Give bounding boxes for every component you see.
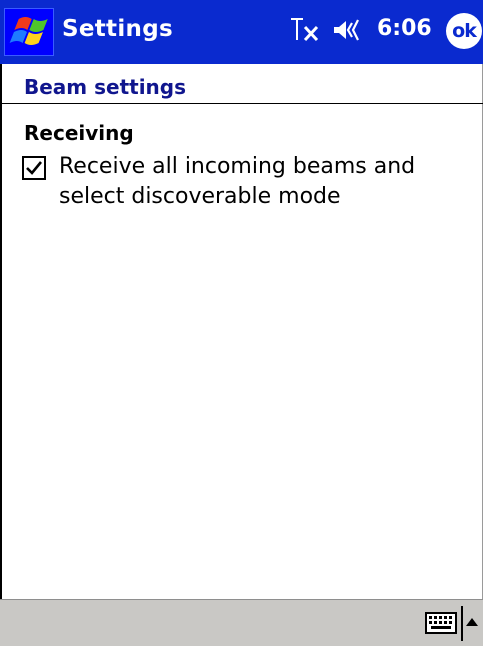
connectivity-icon[interactable] (288, 14, 322, 46)
bottom-menu-bar (0, 599, 483, 646)
up-arrow-icon[interactable] (465, 616, 479, 628)
app-title: Settings (62, 16, 173, 42)
page-title: Beam settings (24, 75, 187, 99)
ok-button[interactable]: ok (446, 13, 482, 49)
keyboard-icon[interactable] (425, 612, 457, 634)
receive-beams-checkbox[interactable] (22, 156, 46, 180)
sip-divider (461, 606, 463, 641)
windows-flag-icon (9, 17, 48, 45)
status-icons (288, 14, 368, 46)
title-bar: Settings 6:06 ok (0, 0, 483, 64)
clock[interactable]: 6:06 (377, 16, 432, 41)
start-button[interactable] (4, 8, 54, 56)
section-heading-receiving: Receiving (24, 121, 134, 145)
speaker-volume-icon[interactable] (332, 14, 368, 46)
receive-beams-label[interactable]: Receive all incoming beams and select di… (59, 152, 459, 212)
checkmark-icon (26, 161, 43, 175)
page-header: Beam settings (0, 64, 483, 104)
